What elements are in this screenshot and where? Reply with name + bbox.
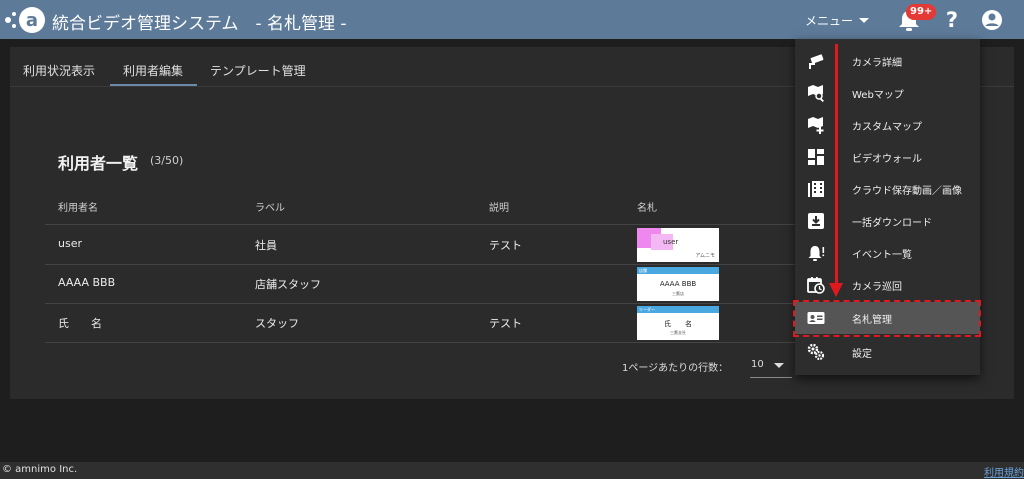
menu-item-cloud-video[interactable]: クラウド保存動画／画像 [795,173,980,205]
menu-item-label: イベント一覧 [852,250,912,261]
cogs-icon [807,343,825,361]
footer: © amnimo Inc. 利用規約 [0,462,1024,479]
video-library-icon [808,181,824,197]
bell-alert-icon [808,246,825,261]
rows-per-page-label: 1ページあたりの行数： [622,363,729,374]
table-divider [45,264,795,265]
user-list-title: 利用者一覧 [58,154,139,173]
copyright-text: © amnimo Inc. [2,464,78,475]
card-sub: 三鷹店 [672,291,684,296]
terms-link[interactable]: 利用規約 [984,464,1024,479]
table-row-label: 社員 [255,239,277,252]
card-band-label: リーダー [639,307,655,312]
column-header-label[interactable]: ラベル [255,199,285,214]
menu-button-label: メニュー [804,13,853,28]
card-band-label: 店舗 [639,268,647,273]
table-row-username: 氏 名 [58,317,102,330]
user-list-count: (3/50) [150,154,184,167]
table-row-label: スタッフ [255,317,299,330]
help-icon[interactable]: ? [940,7,964,33]
menu-item-video-wall[interactable]: ビデオウォール [795,141,980,173]
table-divider [45,342,795,343]
menu-item-label: カメラ詳細 [852,58,902,69]
menu-item-camera-detail[interactable]: カメラ詳細 [795,45,980,77]
column-header-description[interactable]: 説明 [489,199,509,214]
app-title: 統合ビデオ管理システム - 名札管理 - [52,14,347,34]
card-name: 氏 名 [664,320,692,328]
table-divider [45,224,795,225]
table-row-label: 店舗スタッフ [255,278,321,291]
dashboard-icon [808,149,824,165]
tab-template-management[interactable]: テンプレート管理 [210,62,306,79]
card-band: 店舗 [637,267,719,274]
menu-item-bulk-download[interactable]: 一括ダウンロード [795,205,980,237]
rows-per-page-select[interactable]: 10 [751,359,764,370]
column-header-name-tag[interactable]: 名札 [637,199,657,214]
menu-item-web-map[interactable]: Webマップ [795,77,980,109]
svg-text:a: a [26,10,38,31]
column-header-username[interactable]: 利用者名 [58,199,98,214]
map-search-icon [808,85,824,102]
table-divider [45,303,795,304]
account-icon[interactable] [980,8,1004,32]
app-header: a 統合ビデオ管理システム - 名札管理 - メニュー 99+ ? [0,0,1024,39]
name-tag-preview[interactable]: 店舗 AAAA BBB 三鷹店 [637,267,719,301]
tab-usage-status[interactable]: 利用状況表示 [23,62,95,79]
table-row-description: テスト [489,239,522,252]
menu-item-event-list[interactable]: イベント一覧 [795,237,980,269]
menu-item-settings[interactable]: 設定 [795,336,980,368]
notification-badge: 99+ [906,4,937,20]
menu-item-label: カスタムマップ [852,122,922,133]
caret-down-icon[interactable] [774,363,784,368]
calendar-clock-icon [807,277,825,294]
card-band: リーダー [637,306,719,313]
download-box-icon [808,213,824,229]
card-sub: アムニモ [695,253,715,259]
cctv-icon [809,54,824,69]
table-row-username: user [58,237,82,250]
highlight-annotation [793,300,981,337]
menu-item-label: クラウド保存動画／画像 [852,186,962,197]
select-underline [750,377,792,378]
menu-item-label: ビデオウォール [852,154,922,165]
menu-item-label: 一括ダウンロード [852,218,932,229]
name-tag-preview[interactable]: user アムニモ [637,228,719,262]
amnimo-logo-icon: a [5,7,45,33]
menu-item-label: 設定 [852,349,872,360]
menu-item-camera-patrol[interactable]: カメラ巡回 [795,269,980,301]
name-tag-preview[interactable]: リーダー 氏 名 三鷹支社 [637,306,719,340]
card-name: user [663,238,679,246]
tab-user-edit[interactable]: 利用者編集 [123,62,183,79]
menu-button[interactable]: メニュー [798,6,876,34]
table-row-description: テスト [489,317,522,330]
map-plus-icon [808,117,824,134]
arrow-down-icon [829,283,843,297]
menu-item-label: カメラ巡回 [852,282,902,293]
table-row-username: AAAA BBB [58,276,116,289]
card-name: AAAA BBB [659,280,697,288]
menu-item-custom-map[interactable]: カスタムマップ [795,109,980,141]
annotation-arrow [835,44,838,284]
menu-item-label: Webマップ [852,90,904,101]
card-sub: 三鷹支社 [670,330,686,335]
caret-down-icon [859,17,869,23]
